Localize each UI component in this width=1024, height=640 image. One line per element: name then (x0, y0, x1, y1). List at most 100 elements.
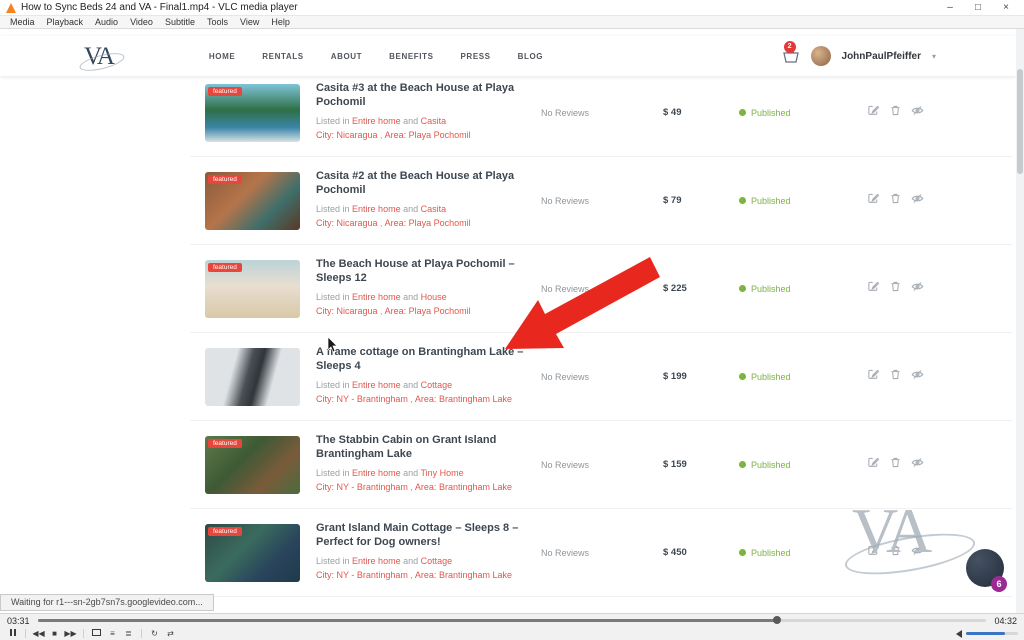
nav-about[interactable]: ABOUT (331, 52, 362, 61)
listing-title[interactable]: A frame cottage on Brantingham Lake – Sl… (316, 346, 541, 374)
menu-video[interactable]: Video (124, 17, 159, 27)
site-header: VA HOME RENTALS ABOUT BENEFITS PRESS BLO… (0, 36, 1016, 76)
listing-row[interactable]: featured The Beach House at Playa Pochom… (190, 245, 1012, 333)
hide-eye-icon[interactable] (911, 368, 924, 386)
chevron-down-icon[interactable]: ▾ (932, 52, 936, 61)
listing-row[interactable]: featured Casita #3 at the Beach House at… (190, 69, 1012, 157)
trash-icon[interactable] (889, 192, 902, 210)
hide-eye-icon[interactable] (911, 104, 924, 122)
listing-title[interactable]: Casita #2 at the Beach House at Playa Po… (316, 170, 541, 198)
category-link[interactable]: Casita (421, 204, 447, 214)
listing-thumbnail[interactable]: featured (205, 260, 300, 318)
page-scrollbar[interactable] (1016, 29, 1024, 613)
trash-icon[interactable] (889, 368, 902, 386)
hide-eye-icon[interactable] (911, 280, 924, 298)
playlist-button[interactable]: ≣ (122, 628, 135, 640)
area-link[interactable]: Playa Pochomil (409, 306, 471, 316)
home-type-link[interactable]: Entire home (352, 556, 401, 566)
edit-icon[interactable] (867, 104, 880, 122)
random-button[interactable]: ⇄ (164, 628, 177, 640)
site-logo[interactable]: VA (84, 44, 113, 69)
listing-thumbnail[interactable]: featured (205, 84, 300, 142)
city-link[interactable]: NY - Brantingham (337, 570, 408, 580)
hide-eye-icon[interactable] (911, 192, 924, 210)
trash-icon[interactable] (889, 104, 902, 122)
area-link[interactable]: Brantingham Lake (439, 394, 512, 404)
city-label: City: (316, 130, 334, 140)
listing-row[interactable]: featured A frame cottage on Brantingham … (190, 333, 1012, 421)
volume-slider[interactable] (966, 632, 1018, 635)
hide-eye-icon[interactable] (911, 456, 924, 474)
edit-icon[interactable] (867, 368, 880, 386)
status-label: Published (751, 460, 791, 470)
minimize-button[interactable]: – (936, 0, 964, 15)
category-link[interactable]: Cottage (421, 380, 453, 390)
seek-slider[interactable] (38, 619, 987, 622)
menu-view[interactable]: View (234, 17, 265, 27)
fullscreen-button[interactable] (90, 628, 103, 640)
city-link[interactable]: Nicaragua (337, 218, 378, 228)
city-link[interactable]: NY - Brantingham (337, 482, 408, 492)
area-link[interactable]: Playa Pochomil (409, 130, 471, 140)
maximize-button[interactable]: □ (964, 0, 992, 15)
city-link[interactable]: Nicaragua (337, 130, 378, 140)
nav-rentals[interactable]: RENTALS (262, 52, 303, 61)
menu-audio[interactable]: Audio (89, 17, 124, 27)
status-label: Published (751, 372, 791, 382)
area-link[interactable]: Brantingham Lake (439, 570, 512, 580)
avatar[interactable] (811, 46, 831, 66)
listing-row[interactable]: featured Casita #2 at the Beach House at… (190, 157, 1012, 245)
listing-title[interactable]: The Stabbin Cabin on Grant Island Branti… (316, 434, 541, 462)
listing-thumbnail[interactable]: featured (205, 524, 300, 582)
edit-icon[interactable] (867, 192, 880, 210)
video-area[interactable]: VA HOME RENTALS ABOUT BENEFITS PRESS BLO… (0, 29, 1024, 613)
category-link[interactable]: Casita (421, 116, 447, 126)
category-link[interactable]: House (421, 292, 447, 302)
nav-benefits[interactable]: BENEFITS (389, 52, 433, 61)
listing-thumbnail[interactable]: featured (205, 172, 300, 230)
chat-widget-button[interactable]: 6 (966, 549, 1004, 587)
home-type-link[interactable]: Entire home (352, 116, 401, 126)
area-link[interactable]: Playa Pochomil (409, 218, 471, 228)
pause-button[interactable] (6, 628, 19, 640)
listing-title[interactable]: Grant Island Main Cottage – Sleeps 8 – P… (316, 522, 541, 550)
menu-subtitle[interactable]: Subtitle (159, 17, 201, 27)
listing-thumbnail[interactable]: featured (205, 436, 300, 494)
city-link[interactable]: NY - Brantingham (337, 394, 408, 404)
nav-home[interactable]: HOME (209, 52, 235, 61)
listing-title[interactable]: The Beach House at Playa Pochomil – Slee… (316, 258, 541, 286)
volume-icon[interactable] (956, 630, 962, 638)
next-button[interactable]: ▶▶ (64, 628, 77, 640)
home-type-link[interactable]: Entire home (352, 292, 401, 302)
scrollbar-thumb[interactable] (1017, 69, 1023, 174)
trash-icon[interactable] (889, 456, 902, 474)
and-label: and (403, 468, 418, 478)
home-type-link[interactable]: Entire home (352, 468, 401, 478)
listing-title[interactable]: Casita #3 at the Beach House at Playa Po… (316, 82, 541, 110)
city-link[interactable]: Nicaragua (337, 306, 378, 316)
category-link[interactable]: Tiny Home (420, 468, 463, 478)
cart-badge: 2 (784, 41, 796, 53)
previous-button[interactable]: ◀◀ (32, 628, 45, 640)
category-link[interactable]: Cottage (421, 556, 453, 566)
home-type-link[interactable]: Entire home (352, 380, 401, 390)
menu-help[interactable]: Help (265, 17, 296, 27)
user-name[interactable]: JohnPaulPfeiffer (842, 51, 921, 62)
area-link[interactable]: Brantingham Lake (439, 482, 512, 492)
loop-button[interactable]: ↻ (148, 628, 161, 640)
menu-media[interactable]: Media (4, 17, 41, 27)
edit-icon[interactable] (867, 280, 880, 298)
nav-press[interactable]: PRESS (461, 52, 491, 61)
trash-icon[interactable] (889, 280, 902, 298)
home-type-link[interactable]: Entire home (352, 204, 401, 214)
close-button[interactable]: × (992, 0, 1020, 15)
menu-tools[interactable]: Tools (201, 17, 234, 27)
edit-icon[interactable] (867, 456, 880, 474)
cart-icon[interactable]: 2 (782, 48, 800, 64)
listing-thumbnail[interactable]: featured (205, 348, 300, 406)
menu-playback[interactable]: Playback (41, 17, 90, 27)
nav-blog[interactable]: BLOG (518, 52, 544, 61)
stop-button[interactable]: ■ (48, 628, 61, 640)
area-label: Area: (415, 482, 437, 492)
extended-settings-button[interactable]: ≡ (106, 628, 119, 640)
